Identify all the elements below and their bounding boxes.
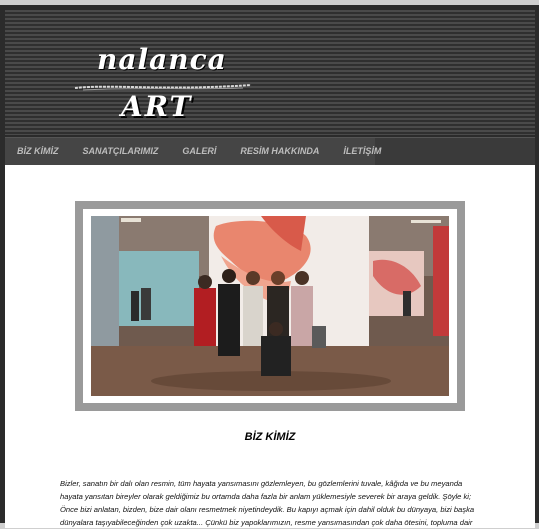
page-frame: nalanca ART BİZ KİMİZ SANATÇILARIMIZ GAL… bbox=[0, 5, 539, 528]
content-area: BİZ KİMİZ Bizler, sanatın bir dalı olan … bbox=[5, 165, 535, 528]
nav-item-iletisim[interactable]: İLETİŞİM bbox=[331, 138, 393, 165]
section-title: BİZ KİMİZ bbox=[244, 431, 296, 443]
about-paragraph: Bizler, sanatın bir dalı olan resmin, tü… bbox=[60, 479, 475, 527]
main-navigation: BİZ KİMİZ SANATÇILARIMIZ GALERİ RESİM HA… bbox=[5, 137, 535, 166]
logo-text-art[interactable]: ART bbox=[121, 90, 192, 123]
nav-item-galeri[interactable]: GALERİ bbox=[170, 138, 228, 165]
nav-menu: BİZ KİMİZ SANATÇILARIMIZ GALERİ RESİM HA… bbox=[5, 138, 381, 165]
gallery-group-photo bbox=[91, 216, 449, 396]
site-header: nalanca ART bbox=[5, 10, 535, 135]
nav-item-biz-kimiz[interactable]: BİZ KİMİZ bbox=[5, 138, 71, 165]
photo-mat bbox=[83, 209, 457, 403]
logo-text-nalanca[interactable]: nalanca bbox=[97, 43, 227, 76]
nav-item-resim-hakkinda[interactable]: RESİM HAKKINDA bbox=[228, 138, 331, 165]
nav-item-sanatcilarimiz[interactable]: SANATÇILARIMIZ bbox=[71, 138, 171, 165]
photo-frame bbox=[75, 201, 465, 411]
